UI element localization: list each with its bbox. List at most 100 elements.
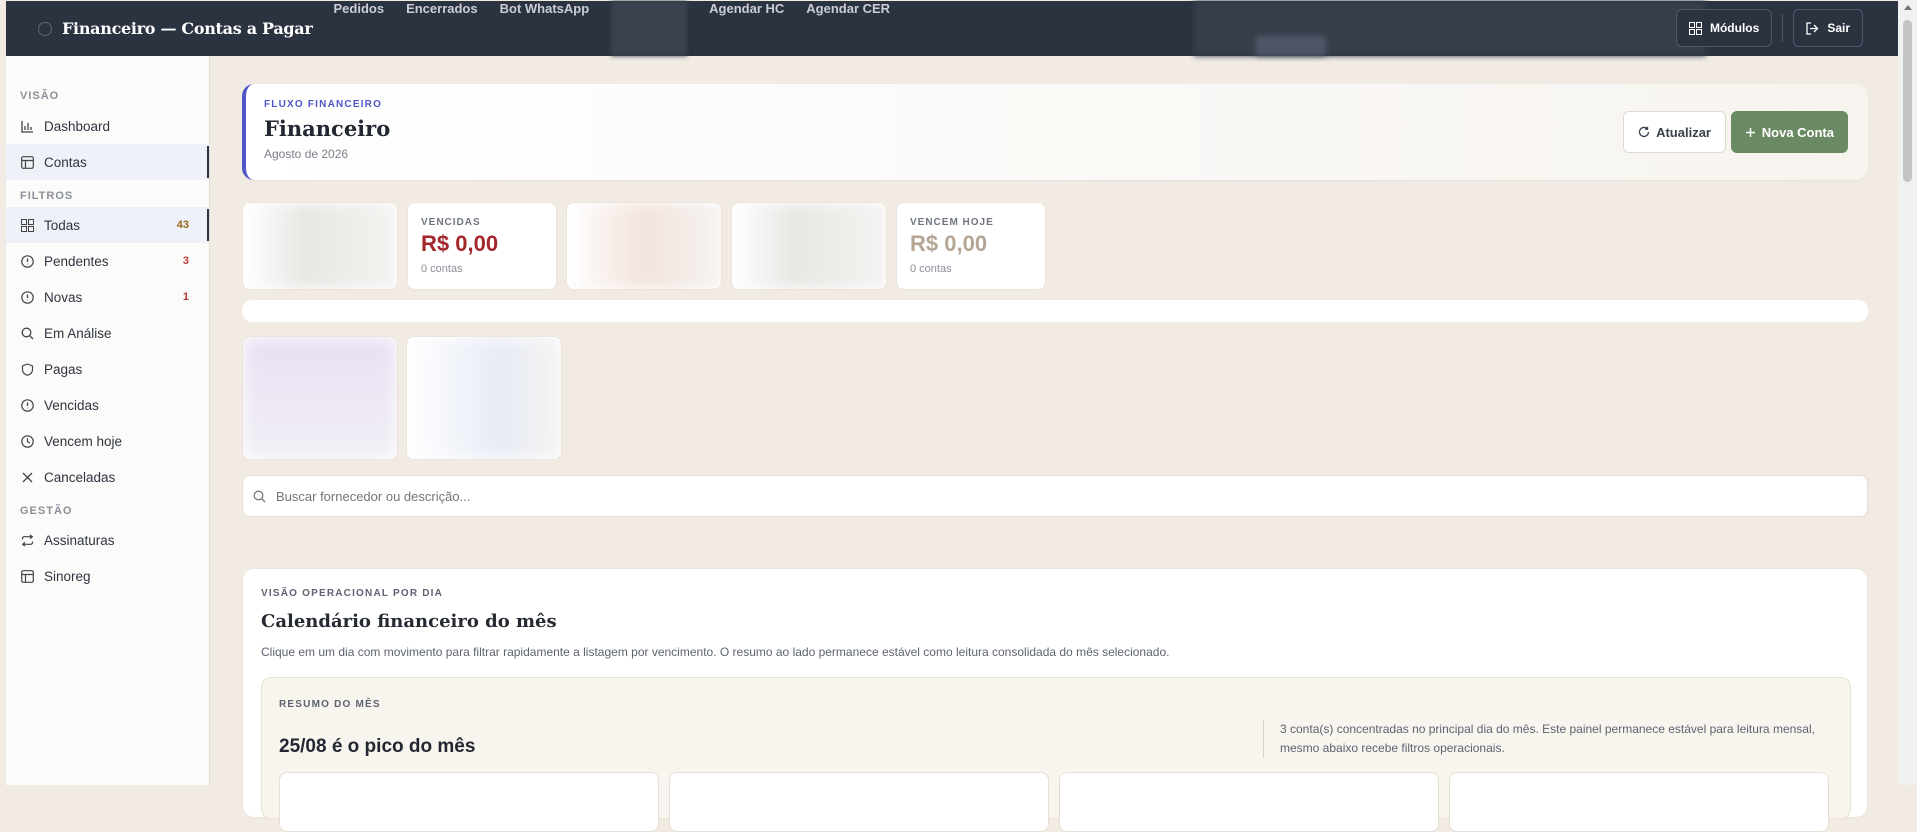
count-badge: 3 bbox=[182, 255, 189, 267]
sidebar-item-label: Vencem hoje bbox=[44, 433, 123, 449]
redacted-content bbox=[732, 203, 886, 289]
search-icon bbox=[20, 326, 34, 340]
sidebar-item-canceladas[interactable]: Canceladas bbox=[6, 459, 209, 495]
plus-icon bbox=[1745, 127, 1755, 137]
shield-icon bbox=[20, 362, 34, 376]
summary-card-vencidas[interactable]: VENCIDAS R$ 0,00 0 contas bbox=[407, 202, 557, 290]
logout-icon bbox=[1806, 21, 1819, 35]
mini-card bbox=[669, 772, 1049, 832]
scrollbar-thumb[interactable] bbox=[1903, 20, 1912, 182]
modules-label: Módulos bbox=[1709, 21, 1760, 35]
nav-pedidos[interactable]: Pedidos bbox=[333, 1, 384, 56]
sidebar-item-label: Pendentes bbox=[44, 253, 109, 269]
new-account-button[interactable]: Nova Conta bbox=[1730, 111, 1848, 153]
card-value: R$ 0,00 bbox=[910, 231, 988, 256]
refresh-button[interactable]: Atualizar bbox=[1623, 111, 1726, 153]
section-label-filtros: FILTROS bbox=[20, 190, 74, 202]
sidebar-item-label: Novas bbox=[44, 289, 83, 305]
summary-card-contas[interactable] bbox=[406, 336, 562, 460]
sidebar-item-dashboard[interactable]: Dashboard bbox=[6, 108, 209, 144]
nav-encerrados[interactable]: Encerrados bbox=[406, 1, 478, 56]
page-title: Financeiro bbox=[264, 116, 391, 141]
card-value: R$ 0,00 bbox=[421, 231, 499, 256]
redacted-area-dark bbox=[1256, 36, 1326, 56]
mini-card bbox=[1059, 772, 1439, 832]
sidebar-item-contas[interactable]: Contas bbox=[6, 144, 209, 180]
grid-icon bbox=[20, 218, 34, 232]
sidebar-item-todas[interactable]: Todas 43 bbox=[6, 207, 209, 243]
close-icon bbox=[20, 470, 34, 484]
main-content: FLUXO FINANCEIRO Financeiro Agosto de 20… bbox=[242, 84, 1868, 832]
logout-button[interactable]: Sair bbox=[1793, 9, 1863, 47]
top-nav: Pedidos Encerrados Bot WhatsApp Agendar … bbox=[322, 1, 901, 56]
repeat-icon bbox=[20, 533, 34, 547]
redacted-content bbox=[407, 337, 561, 459]
modules-button[interactable]: Módulos bbox=[1675, 9, 1773, 47]
section-label-visao: VISÃO bbox=[20, 90, 60, 102]
sidebar-item-em-analise[interactable]: Em Análise bbox=[6, 315, 209, 351]
app-title: Financeiro — Contas a Pagar bbox=[62, 19, 313, 38]
summary-mini-cards bbox=[279, 772, 1829, 832]
sidebar-item-pendentes[interactable]: Pendentes 3 bbox=[6, 243, 209, 279]
nav-agendar-cer[interactable]: Agendar CER bbox=[806, 1, 890, 56]
table-icon bbox=[20, 569, 34, 583]
sidebar-item-label: Canceladas bbox=[44, 469, 116, 485]
card-count: 0 contas bbox=[910, 263, 952, 275]
nav-hidden-item[interactable] bbox=[611, 1, 688, 56]
sidebar-item-novas[interactable]: Novas 1 bbox=[6, 279, 209, 315]
sidebar-item-pagas[interactable]: Pagas bbox=[6, 351, 209, 387]
sidebar-item-label: Dashboard bbox=[44, 118, 111, 134]
brand[interactable]: Financeiro — Contas a Pagar bbox=[38, 19, 313, 38]
summary-card-total[interactable] bbox=[242, 202, 398, 290]
clock-icon bbox=[20, 434, 34, 448]
alert-circle-icon bbox=[20, 290, 34, 304]
search-bar bbox=[242, 475, 1868, 517]
sidebar-item-vencem-hoje[interactable]: Vencem hoje bbox=[6, 423, 209, 459]
summary-note: 3 conta(s) concentradas no principal dia… bbox=[1263, 720, 1843, 758]
calendar-section: VISÃO OPERACIONAL POR DIA Calendário fin… bbox=[242, 568, 1868, 832]
page-scrollbar[interactable] bbox=[1898, 0, 1917, 785]
count-badge: 1 bbox=[182, 291, 189, 303]
month-summary: RESUMO DO MÊS 25/08 é o pico do mês 3 co… bbox=[261, 677, 1851, 832]
grid-icon bbox=[1688, 21, 1702, 35]
sidebar-item-label: Vencidas bbox=[44, 397, 99, 413]
sidebar-item-label: Todas bbox=[44, 217, 81, 233]
count-badge: 43 bbox=[176, 219, 189, 231]
search-input[interactable] bbox=[276, 488, 1776, 504]
table-icon bbox=[20, 155, 34, 169]
section-eyebrow: VISÃO OPERACIONAL POR DIA bbox=[261, 588, 444, 599]
summary-card-pagas[interactable] bbox=[731, 202, 887, 290]
refresh-label: Atualizar bbox=[1656, 124, 1711, 140]
refresh-icon bbox=[1638, 126, 1650, 138]
card-label: VENCEM HOJE bbox=[910, 217, 994, 228]
logout-label: Sair bbox=[1827, 21, 1850, 35]
summary-cards: VENCIDAS R$ 0,00 0 contas VENCEM HOJE R$… bbox=[242, 202, 1046, 290]
divider bbox=[1782, 14, 1784, 42]
divider-strip bbox=[242, 300, 1868, 322]
top-navigation-bar: Financeiro — Contas a Pagar Pedidos Ence… bbox=[6, 1, 1898, 56]
sidebar-item-assinaturas[interactable]: Assinaturas bbox=[6, 522, 209, 558]
section-description: Clique em um dia com movimento para filt… bbox=[261, 645, 1170, 659]
sidebar-item-label: Pagas bbox=[44, 361, 83, 377]
summary-card-pendentes[interactable] bbox=[566, 202, 722, 290]
alert-circle-icon bbox=[20, 254, 34, 268]
alert-circle-icon bbox=[20, 398, 34, 412]
sidebar-item-sinoreg[interactable]: Sinoreg bbox=[6, 558, 209, 594]
sidebar-item-label: Assinaturas bbox=[44, 532, 115, 548]
nav-agendar-hc[interactable]: Agendar HC bbox=[709, 1, 784, 56]
top-right-actions: Módulos Sair bbox=[1675, 9, 1863, 47]
sidebar-item-label: Em Análise bbox=[44, 325, 112, 341]
scroll-up-icon[interactable] bbox=[1904, 5, 1912, 10]
sidebar-item-vencidas[interactable]: Vencidas bbox=[6, 387, 209, 423]
sidebar-item-label: Sinoreg bbox=[44, 568, 91, 584]
summary-peak: 25/08 é o pico do mês bbox=[279, 736, 476, 757]
card-count: 0 contas bbox=[421, 263, 463, 275]
page-header: FLUXO FINANCEIRO Financeiro Agosto de 20… bbox=[242, 84, 1868, 180]
summary-eyebrow: RESUMO DO MÊS bbox=[279, 699, 381, 710]
summary-card-extra[interactable] bbox=[242, 336, 398, 460]
nav-bot-whatsapp[interactable]: Bot WhatsApp bbox=[500, 1, 590, 56]
new-account-label: Nova Conta bbox=[1761, 124, 1834, 140]
summary-card-vencem-hoje[interactable]: VENCEM HOJE R$ 0,00 0 contas bbox=[896, 202, 1046, 290]
brand-logo-icon bbox=[38, 21, 52, 36]
search-icon bbox=[253, 490, 266, 502]
